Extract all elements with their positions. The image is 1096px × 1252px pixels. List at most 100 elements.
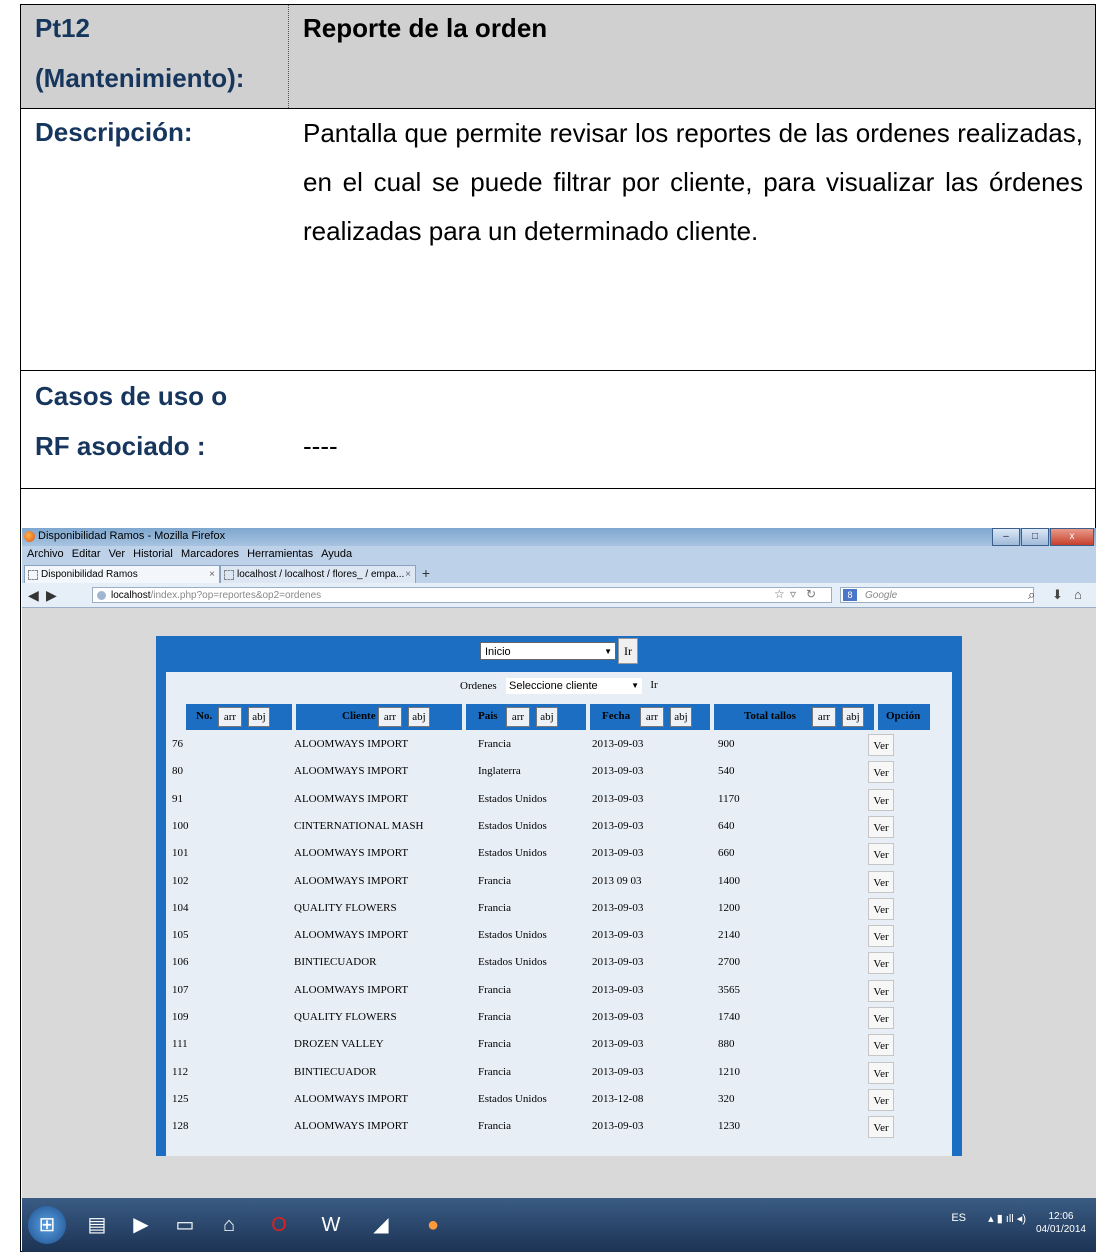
menu-ayuda[interactable]: Ayuda xyxy=(321,548,352,560)
orders-panel: Ordenes Seleccione cliente ▼ Ir No. arr … xyxy=(166,672,952,1156)
maximize-button[interactable]: □ xyxy=(1021,528,1049,546)
file-explorer-icon[interactable]: ▤ xyxy=(78,1206,116,1244)
home-icon[interactable]: ⌂ xyxy=(1074,587,1082,602)
menu-ver[interactable]: Ver xyxy=(109,548,126,560)
bookmark-star-icon[interactable]: ☆ xyxy=(774,587,785,601)
table-row: 104 QUALITY FLOWERS Francia 2013-09-03 1200 V… xyxy=(172,896,932,923)
view-button[interactable]: Ver xyxy=(868,788,894,811)
view-button[interactable]: Ver xyxy=(868,897,894,920)
client-select[interactable]: Seleccione cliente ▼ xyxy=(506,678,642,694)
view-button[interactable]: Ver xyxy=(868,870,894,893)
view-button[interactable]: Ver xyxy=(868,1088,894,1111)
minimize-button[interactable]: – xyxy=(992,528,1020,546)
sort-asc-button[interactable]: arr xyxy=(506,707,530,727)
url-path: /index.php?op=reportes&op2=ordenes xyxy=(150,590,322,601)
sort-asc-button[interactable]: arr xyxy=(378,707,402,727)
table-row: 112 BINTIECUADOR Francia 2013-09-03 1210 Ver xyxy=(172,1060,932,1087)
cell-no: 102 xyxy=(172,874,189,887)
cell-no: 105 xyxy=(172,929,189,942)
header-opcion: Opción xyxy=(878,704,930,730)
view-button[interactable]: Ver xyxy=(868,734,894,756)
firefox-icon[interactable]: ● xyxy=(414,1206,452,1244)
menu-bar: Archivo Editar Ver Historial Marcadores … xyxy=(22,546,1096,563)
menu-herramientas[interactable]: Herramientas xyxy=(247,548,313,560)
opera-icon[interactable]: O xyxy=(260,1206,298,1244)
column-label: Opción xyxy=(886,710,921,722)
cell-total: 540 xyxy=(718,765,735,778)
sort-asc-button[interactable]: arr xyxy=(640,707,664,727)
cell-cliente: ALOOMWAYS IMPORT xyxy=(294,874,409,887)
header-fecha: Fecha arr abj xyxy=(590,704,710,730)
menu-editar[interactable]: Editar xyxy=(72,548,101,560)
table-row: 101 ALOOMWAYS IMPORT Estados Unidos 2013-09… xyxy=(172,841,932,868)
cell-fecha: 2013-09-03 xyxy=(592,1038,644,1051)
view-button[interactable]: Ver xyxy=(868,1116,894,1139)
menu-marcadores[interactable]: Marcadores xyxy=(181,548,239,560)
navigation-bar: ◀ ▶ localhost/index.php?op=reportes&op2=… xyxy=(22,583,1096,608)
system-tray-icons[interactable]: ▴ ▮ ıll ◂) xyxy=(988,1212,1026,1225)
view-button[interactable]: Ver xyxy=(868,815,894,838)
navigation-select[interactable]: Inicio ▼ xyxy=(480,642,616,660)
cell-no: 128 xyxy=(172,1120,189,1133)
start-orb-icon[interactable]: ⊞ xyxy=(28,1206,66,1244)
cell-cliente: ALOOMWAYS IMPORT xyxy=(294,983,409,996)
media-player-icon[interactable]: ▶ xyxy=(122,1206,160,1244)
cell-cliente: BINTIECUADOR xyxy=(294,956,377,969)
window-titlebar: Disponibilidad Ramos - Mozilla Firefox –… xyxy=(22,528,1096,546)
client-select-value: Seleccione cliente xyxy=(509,680,598,692)
language-indicator[interactable]: ES xyxy=(951,1212,966,1224)
go-button[interactable]: Ir xyxy=(618,638,638,664)
close-tab-icon[interactable]: × xyxy=(405,566,411,584)
download-icon[interactable]: ⬇ xyxy=(1052,587,1063,603)
sort-desc-button[interactable]: abj xyxy=(670,707,692,727)
tab-label: Disponibilidad Ramos xyxy=(41,569,138,580)
sort-desc-button[interactable]: abj xyxy=(248,707,270,727)
page-icon xyxy=(28,570,38,580)
url-bar[interactable]: localhost/index.php?op=reportes&op2=orde… xyxy=(92,587,832,603)
cell-fecha: 2013-09-03 xyxy=(592,819,644,832)
hp-icon[interactable]: ⌂ xyxy=(210,1206,248,1244)
tab-disponibilidad[interactable]: Disponibilidad Ramos × xyxy=(24,565,220,583)
sort-asc-button[interactable]: arr xyxy=(812,707,836,727)
search-input[interactable]: 8 Google xyxy=(840,587,1034,603)
table-row: 109 QUALITY FLOWERS Francia 2013-09-03 1740 V… xyxy=(172,1005,932,1032)
sort-desc-button[interactable]: abj xyxy=(536,707,558,727)
view-button[interactable]: Ver xyxy=(868,1034,894,1057)
clock[interactable]: 12:06 04/01/2014 xyxy=(1036,1210,1086,1236)
tab-label: localhost / localhost / flores_ / empa..… xyxy=(237,569,405,580)
view-button[interactable]: Ver xyxy=(868,952,894,975)
view-button[interactable]: Ver xyxy=(868,1061,894,1084)
sort-asc-button[interactable]: arr xyxy=(218,707,242,727)
close-button[interactable]: x xyxy=(1050,528,1094,546)
menu-archivo[interactable]: Archivo xyxy=(27,548,64,560)
cell-no: 125 xyxy=(172,1092,189,1105)
network-icon[interactable]: ▭ xyxy=(166,1206,204,1244)
sort-desc-button[interactable]: abj xyxy=(842,707,864,727)
cell-fecha: 2013-09-03 xyxy=(592,956,644,969)
word-icon[interactable]: W xyxy=(312,1206,350,1244)
cell-total: 660 xyxy=(718,847,735,860)
app-icon[interactable]: ◢ xyxy=(362,1206,400,1244)
view-button[interactable]: Ver xyxy=(868,761,894,784)
reload-icon[interactable]: ↻ xyxy=(806,587,816,601)
view-button[interactable]: Ver xyxy=(868,1007,894,1029)
table-row: 107 ALOOMWAYS IMPORT Francia 2013-09-03 3565… xyxy=(172,978,932,1005)
forward-arrow-icon[interactable]: ▶ xyxy=(46,587,57,604)
view-button[interactable]: Ver xyxy=(868,843,894,866)
dropdown-icon[interactable]: ▿ xyxy=(790,587,796,601)
sort-desc-button[interactable]: abj xyxy=(408,707,430,727)
cell-total: 2140 xyxy=(718,929,740,942)
main-panel: Inicio ▼ Ir Ordenes Seleccione cliente ▼… xyxy=(156,636,962,1156)
cell-no: 91 xyxy=(172,792,183,805)
table-row: 76 ALOOMWAYS IMPORT Francia 2013-09-03 900 Ve… xyxy=(172,732,932,759)
filter-go-button[interactable]: Ir xyxy=(646,678,662,694)
view-button[interactable]: Ver xyxy=(868,979,894,1002)
search-icon[interactable]: ⌕ xyxy=(1028,587,1035,603)
view-button[interactable]: Ver xyxy=(868,925,894,948)
close-tab-icon[interactable]: × xyxy=(209,566,215,584)
new-tab-button[interactable]: + xyxy=(418,565,434,581)
cell-no: 101 xyxy=(172,847,189,860)
menu-historial[interactable]: Historial xyxy=(133,548,173,560)
tab-localhost[interactable]: localhost / localhost / flores_ / empa..… xyxy=(220,565,416,583)
back-arrow-icon[interactable]: ◀ xyxy=(28,587,39,604)
